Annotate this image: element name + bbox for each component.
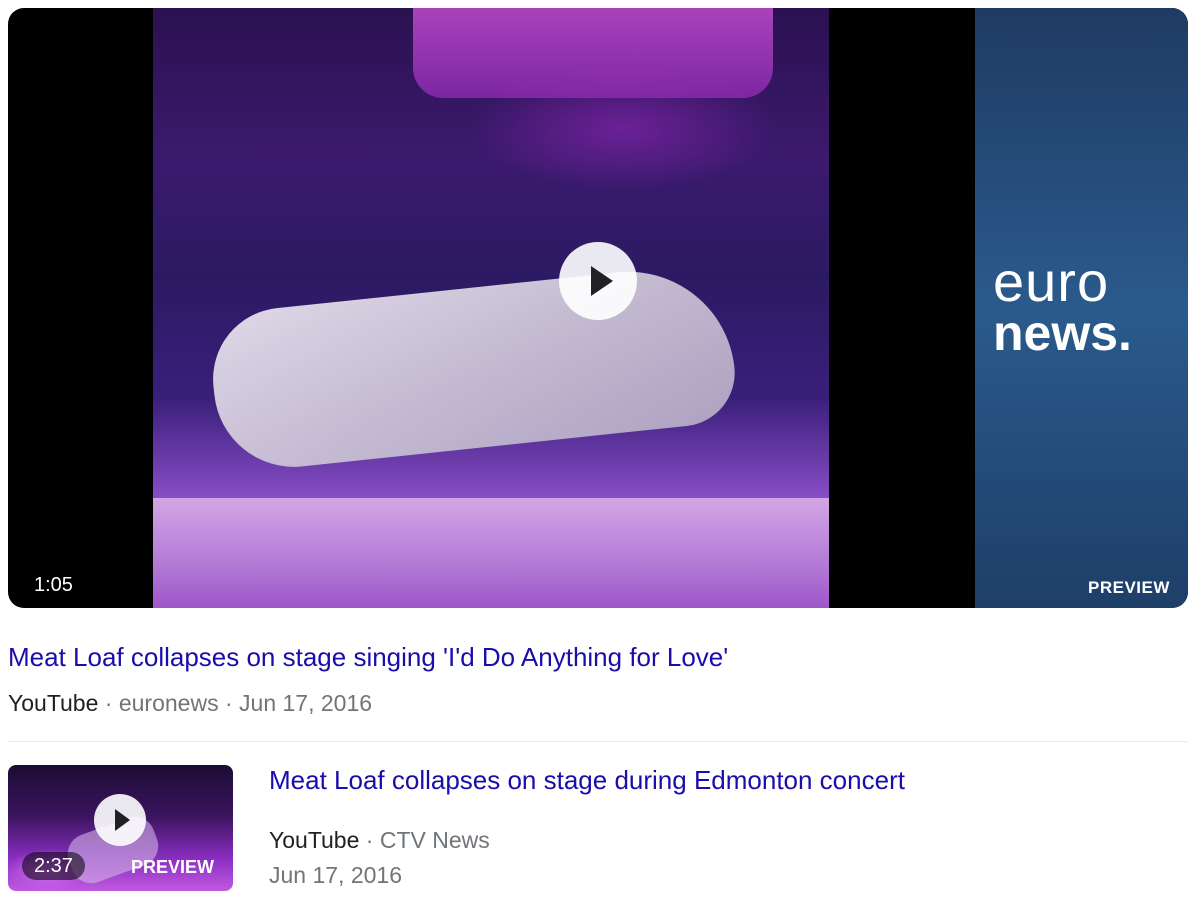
result-divider xyxy=(8,741,1188,742)
play-icon[interactable] xyxy=(94,794,146,846)
play-icon[interactable] xyxy=(559,242,637,320)
meta-separator: · xyxy=(365,827,374,853)
euronews-logo-panel: euro news. xyxy=(975,8,1188,608)
logo-text-euro: euro xyxy=(993,250,1110,313)
source-name: YouTube xyxy=(8,690,99,716)
publish-date: Jun 17, 2016 xyxy=(239,690,373,716)
channel-name: CTV News xyxy=(379,827,490,853)
result-title-link[interactable]: Meat Loaf collapses on stage during Edmo… xyxy=(269,765,905,796)
publish-date: Jun 17, 2016 xyxy=(269,862,403,888)
stage-floor xyxy=(153,498,829,608)
result-title-link[interactable]: Meat Loaf collapses on stage singing 'I'… xyxy=(8,642,728,673)
channel-name: euronews xyxy=(118,690,219,716)
result-meta: YouTube · euronews · Jun 17, 2016 xyxy=(8,690,372,717)
source-name: YouTube xyxy=(269,827,360,853)
logo-text-news: news. xyxy=(993,305,1132,361)
stage-backdrop xyxy=(413,8,773,98)
video-duration: 2:37 xyxy=(22,852,85,880)
preview-label: PREVIEW xyxy=(1088,578,1170,597)
video-thumbnail xyxy=(153,8,829,608)
performer-figure xyxy=(206,261,740,475)
result-meta: YouTube · CTV News xyxy=(269,827,490,854)
video-thumbnail-small[interactable]: 2:37 PREVIEW xyxy=(8,765,233,891)
preview-label: PREVIEW xyxy=(131,857,215,877)
video-player-main[interactable]: euro news. 1:05 PREVIEW xyxy=(8,8,1188,608)
meta-separator: · xyxy=(104,690,113,716)
video-duration: 1:05 xyxy=(34,574,73,596)
meta-separator: · xyxy=(224,690,233,716)
